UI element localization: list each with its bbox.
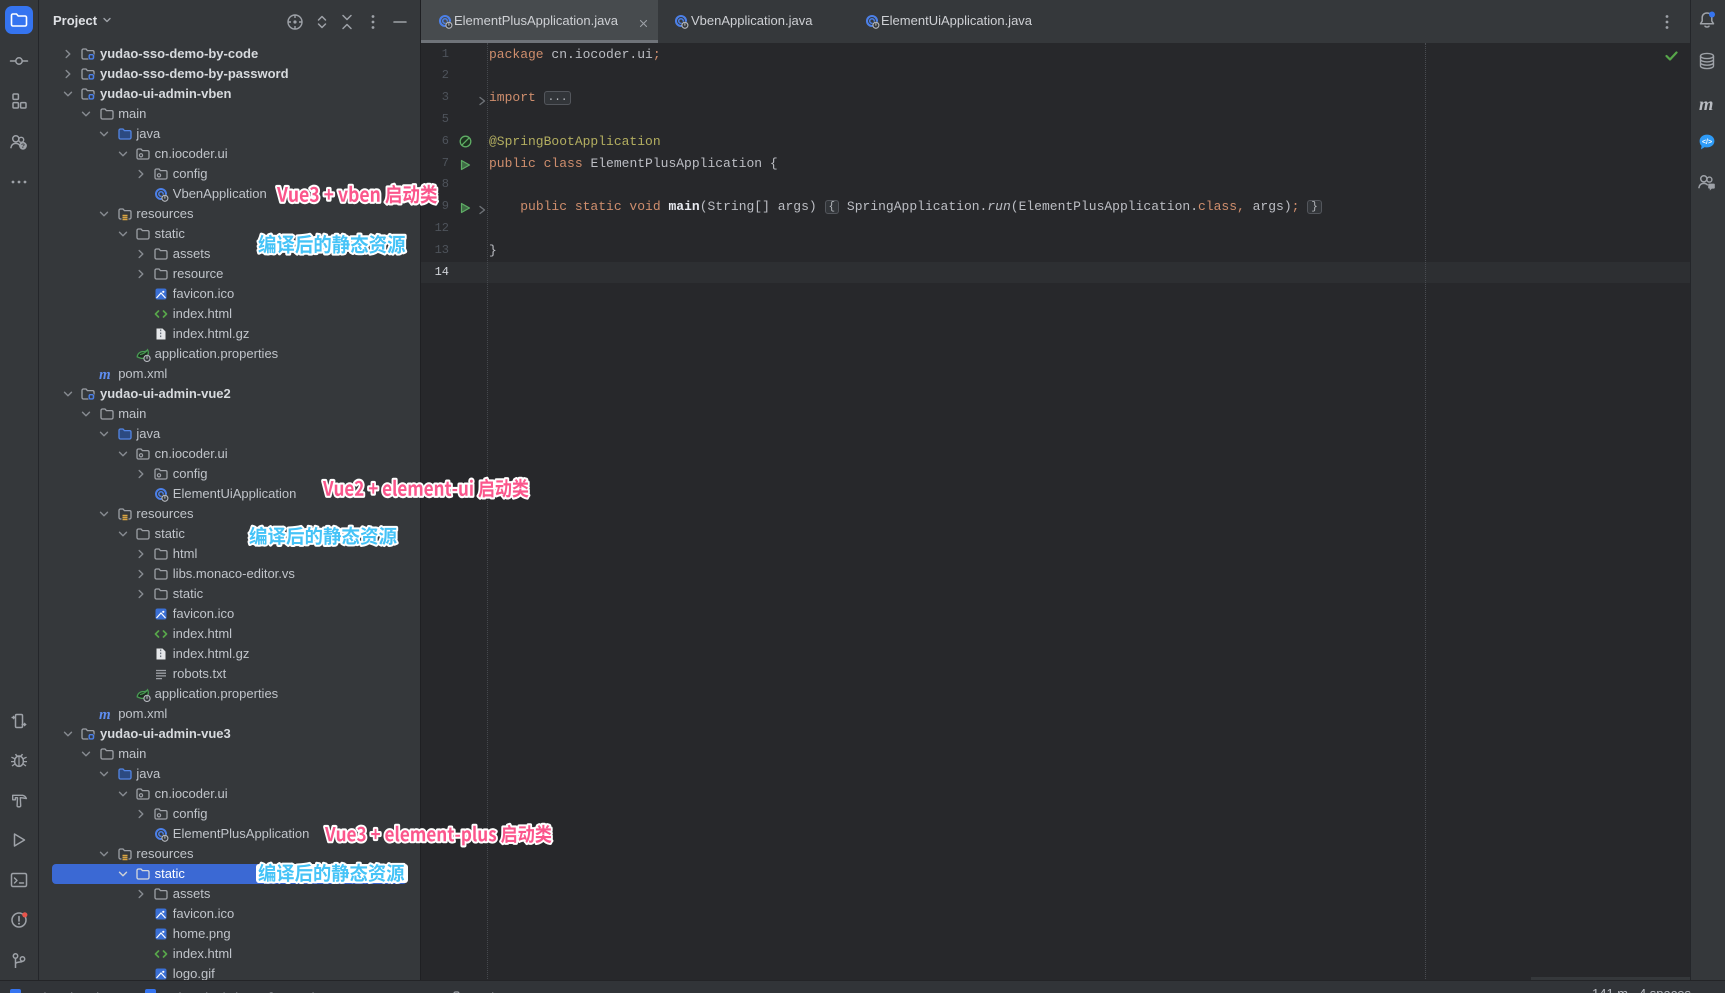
svg-text:?: ? [21, 143, 25, 150]
svg-text:</>: </> [1702, 139, 1712, 146]
